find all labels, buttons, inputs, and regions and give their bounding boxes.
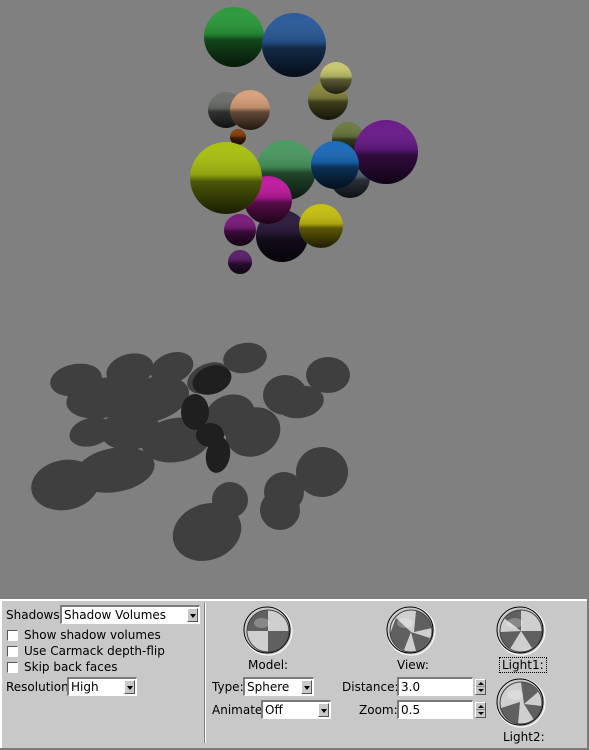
model-trackball[interactable] [243,606,293,656]
zoom-input-value: 0.5 [401,703,421,717]
resolution-label: Resolution: [6,680,73,694]
resolution-select[interactable]: High [67,677,137,696]
view-trackball-label: View: [397,658,429,672]
skip-back-faces-label: Skip back faces [24,660,118,674]
chevron-down-icon[interactable] [318,703,329,717]
scene-sphere [320,62,352,94]
scene-canvas [31,7,418,561]
scene-sphere [354,120,418,184]
trackball-sphere-icon [243,606,293,656]
chevron-down-icon[interactable] [124,680,135,694]
sphere-layer [190,7,418,274]
shadows-label: Shadows: [6,608,64,622]
distance-spinner[interactable] [475,679,486,695]
chevron-down-icon[interactable] [187,608,198,622]
chevron-down-icon[interactable] [301,680,312,694]
scene-sphere [299,204,343,248]
zoom-input[interactable]: 0.5 [397,700,473,719]
shadow-layer [31,342,350,561]
animate-label: Animate: [212,703,267,717]
shadows-select[interactable]: Shadow Volumes [60,605,200,624]
type-label: Type: [212,680,244,694]
light2-trackball[interactable] [496,678,546,728]
control-panel: Shadows: Shadow Volumes Show shadow volu… [0,599,589,750]
trackball-sphere-icon [386,606,436,656]
light1-trackball-label: Light1: [499,657,547,673]
shadows-select-value: Shadow Volumes [64,608,167,622]
zoom-spinner[interactable] [475,702,486,718]
trackball-sphere-icon [496,606,546,656]
type-select-value: Sphere [247,680,290,694]
sphere-shadow [212,482,248,518]
scene-sphere [190,142,262,214]
distance-input[interactable]: 3.0 [397,677,473,696]
scene-sphere [224,214,256,246]
3d-viewport[interactable] [0,0,589,599]
scene-sphere [311,141,359,189]
show-shadow-volumes-checkbox[interactable] [7,630,18,641]
show-shadow-volumes-label: Show shadow volumes [24,628,161,642]
light1-trackball[interactable] [496,606,546,656]
trackball-sphere-icon [496,678,546,728]
scene-sphere [228,250,252,274]
scene-sphere [262,13,326,77]
view-trackball[interactable] [386,606,436,656]
distance-label: Distance: [342,680,399,694]
scene-sphere [230,90,270,130]
resolution-select-value: High [71,680,99,694]
animate-select-value: Off [265,703,283,717]
group-separator [204,603,206,743]
skip-back-faces-checkbox[interactable] [7,662,18,673]
sphere-shadow [260,490,300,530]
carmack-depth-flip-label: Use Carmack depth-flip [24,644,165,658]
distance-input-value: 3.0 [401,680,421,694]
light2-trackball-label: Light2: [503,730,545,744]
type-select[interactable]: Sphere [243,677,314,696]
carmack-depth-flip-checkbox[interactable] [7,646,18,657]
zoom-label: Zoom: [359,703,398,717]
animate-select[interactable]: Off [261,700,331,719]
model-trackball-label: Model: [248,658,289,672]
scene-sphere [204,7,264,67]
